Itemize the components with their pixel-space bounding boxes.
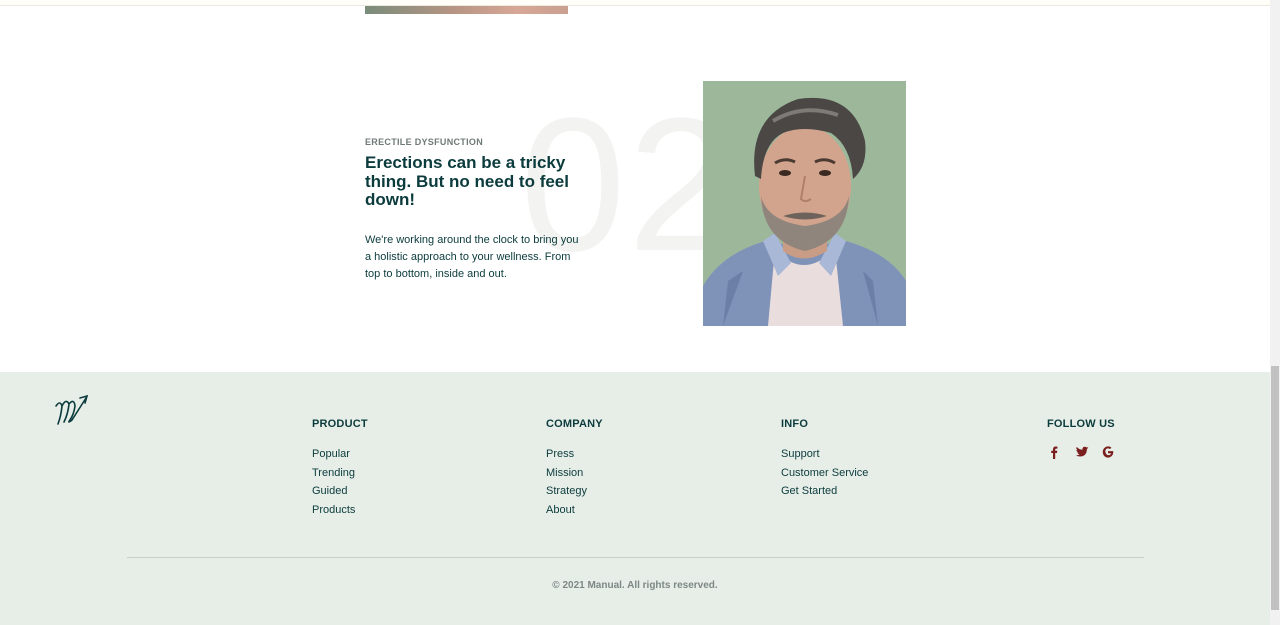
footer-column-title: FOLLOW US: [1047, 418, 1115, 430]
footer-link-get-started[interactable]: Get Started: [781, 482, 868, 501]
section-headline: Erections can be a tricky thing. But no …: [365, 153, 569, 209]
manual-logo-icon[interactable]: [52, 392, 92, 430]
footer-column-product: PRODUCT Popular Trending Guided Products: [312, 418, 368, 519]
man-portrait-photo: [703, 81, 906, 326]
footer-link-customer-service[interactable]: Customer Service: [781, 464, 868, 483]
scrollbar-thumb[interactable]: [1271, 366, 1279, 610]
footer-link-mission[interactable]: Mission: [546, 464, 603, 483]
footer-divider: [127, 557, 1144, 558]
footer-column-title: COMPANY: [546, 418, 603, 430]
footer-link-about[interactable]: About: [546, 501, 603, 520]
facebook-icon[interactable]: [1047, 445, 1061, 459]
google-icon[interactable]: [1101, 445, 1115, 459]
social-links: [1047, 445, 1115, 459]
copyright-text: © 2021 Manual. All rights reserved.: [552, 580, 718, 591]
section-eyebrow: ERECTILE DYSFUNCTION: [365, 137, 484, 147]
footer-column-company: COMPANY Press Mission Strategy About: [546, 418, 603, 519]
twitter-icon[interactable]: [1074, 445, 1089, 459]
page-scrollbar[interactable]: [1270, 0, 1280, 625]
footer-link-press[interactable]: Press: [546, 445, 603, 464]
footer-link-strategy[interactable]: Strategy: [546, 482, 603, 501]
footer-link-guided[interactable]: Guided: [312, 482, 368, 501]
previous-section-edge: [0, 0, 1270, 6]
footer-column-info: INFO Support Customer Service Get Starte…: [781, 418, 868, 501]
footer-link-products[interactable]: Products: [312, 501, 368, 520]
previous-section-image: [365, 6, 568, 14]
footer-link-popular[interactable]: Popular: [312, 445, 368, 464]
footer-column-title: PRODUCT: [312, 418, 368, 430]
footer-link-trending[interactable]: Trending: [312, 464, 368, 483]
section-body: We're working around the clock to bring …: [365, 234, 579, 280]
footer-column-follow: FOLLOW US: [1047, 418, 1115, 459]
footer-link-support[interactable]: Support: [781, 445, 868, 464]
site-footer: PRODUCT Popular Trending Guided Products…: [0, 372, 1270, 625]
footer-column-title: INFO: [781, 418, 809, 430]
